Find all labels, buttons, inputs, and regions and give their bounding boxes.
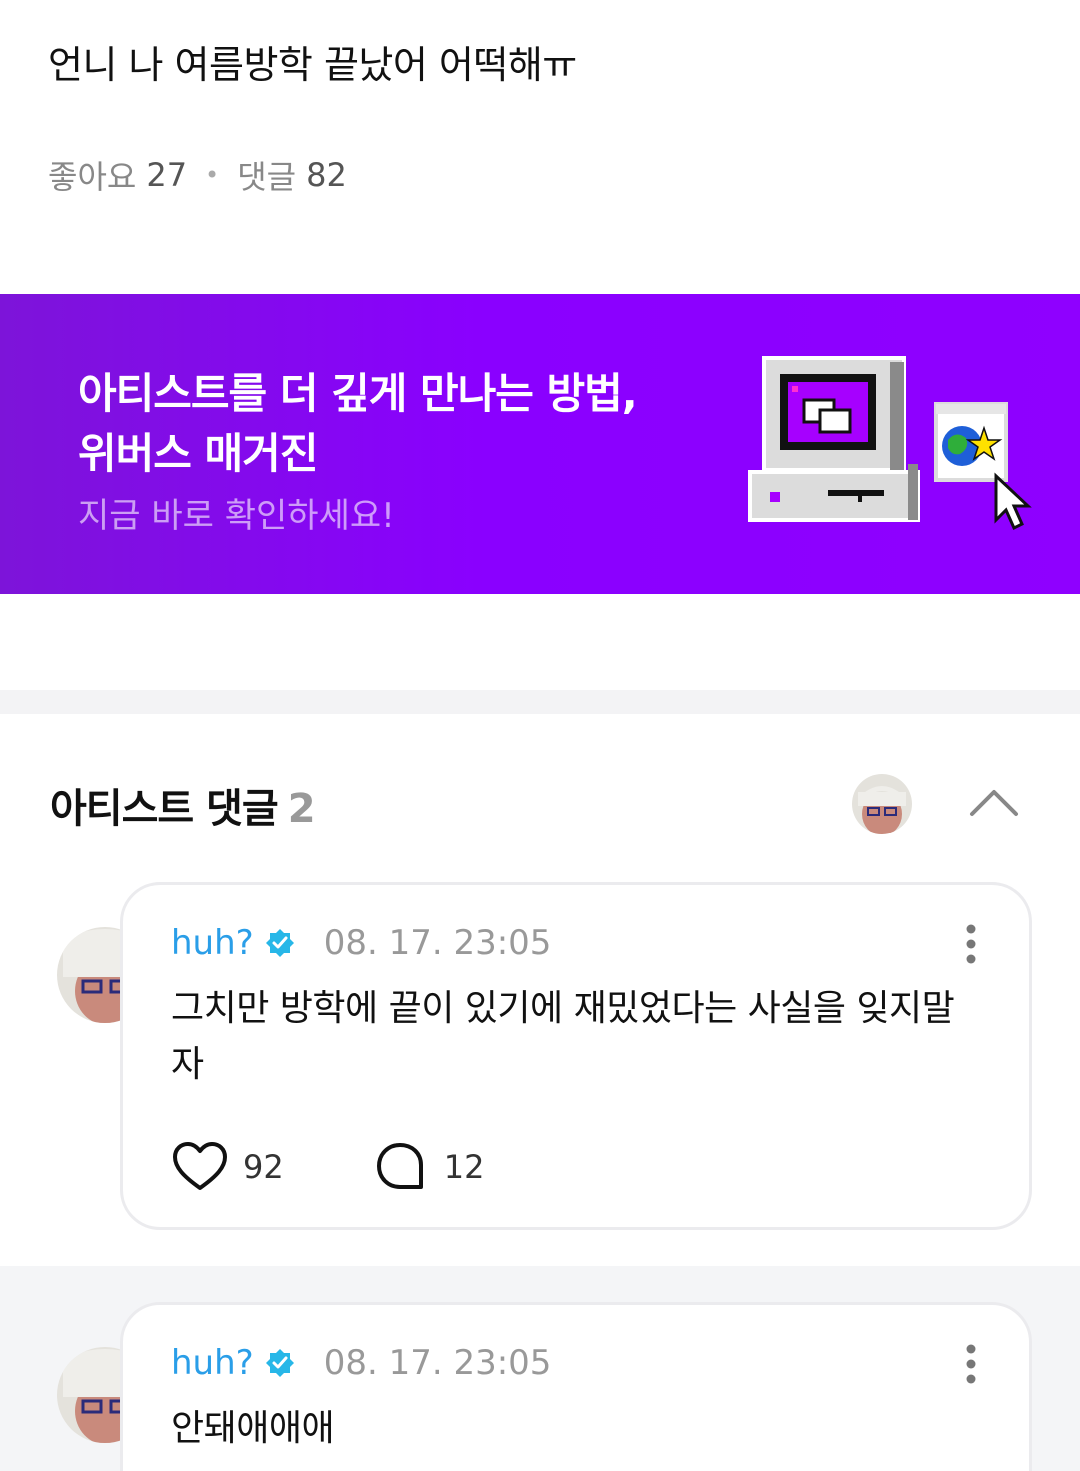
verified-badge-icon: [265, 929, 294, 957]
reply-count: 12: [443, 1148, 485, 1186]
comment-card: huh? 08. 17. 23:05 그치만 방학에 끝이 있기에 재밌었다는 …: [120, 882, 1032, 1230]
speech-bubble-icon: [376, 1143, 423, 1189]
more-options-icon[interactable]: [963, 1343, 979, 1385]
artist-avatar[interactable]: [852, 774, 912, 834]
comment-header: huh? 08. 17. 23:05: [171, 923, 551, 963]
artist-comments-title: 아티스트 댓글: [50, 786, 279, 832]
comment-card: huh? 08. 17. 23:05 안돼애애애: [120, 1302, 1032, 1471]
chevron-up-icon[interactable]: [966, 780, 1022, 824]
retro-computer-icon: [748, 356, 1032, 531]
like-count: 92: [243, 1148, 284, 1186]
artist-comments-heading: 아티스트 댓글 2: [50, 776, 316, 834]
comment-actions: 92 12: [171, 1141, 572, 1193]
comments-count: 82: [306, 156, 347, 194]
like-button[interactable]: 92: [171, 1141, 284, 1193]
comment-username[interactable]: huh?: [171, 923, 254, 963]
banner-subtext: 지금 바로 확인하세요!: [78, 496, 395, 536]
more-options-icon[interactable]: [963, 923, 979, 965]
verified-badge-icon: [265, 1349, 294, 1377]
likes-label: 좋아요: [48, 158, 137, 196]
post-title: 언니 나 여름방학 끝났어 어떡해ㅠ: [48, 43, 577, 87]
banner-headline-2: 위버스 매거진: [78, 429, 318, 478]
comment-timestamp: 08. 17. 23:05: [323, 923, 552, 963]
section-divider: [0, 690, 1080, 714]
comment-header: huh? 08. 17. 23:05: [171, 1343, 551, 1383]
reply-button[interactable]: 12: [372, 1141, 485, 1193]
likes-count: 27: [146, 156, 188, 194]
magazine-banner[interactable]: 아티스트를 더 깊게 만나는 방법, 위버스 매거진 지금 바로 확인하세요!: [0, 294, 1080, 594]
comment-text: 그치만 방학에 끝이 있기에 재밌었다는 사실을 잊지말자: [171, 988, 955, 1085]
comments-label: 댓글: [237, 158, 297, 196]
post-stats: 좋아요 27 • 댓글 82: [48, 152, 347, 198]
comment-timestamp: 08. 17. 23:05: [323, 1343, 552, 1383]
separator-dot: •: [205, 161, 220, 189]
banner-headline: 아티스트를 더 깊게 만나는 방법,: [78, 369, 638, 418]
comment-text: 안돼애애애: [171, 1408, 335, 1449]
artist-comments-count: 2: [287, 786, 316, 832]
heart-icon: [173, 1142, 227, 1190]
comment-username[interactable]: huh?: [171, 1343, 254, 1383]
